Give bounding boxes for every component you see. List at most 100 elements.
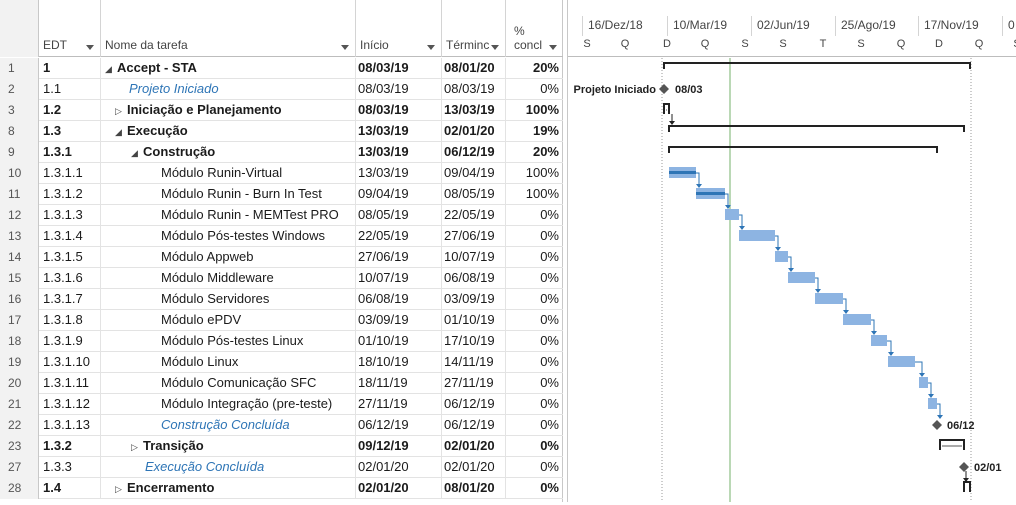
start-date-cell[interactable]: 13/03/19 (356, 142, 442, 163)
percent-complete-cell[interactable]: 0% (506, 205, 563, 226)
start-date-cell[interactable]: 08/03/19 (356, 100, 442, 121)
task-name-cell[interactable]: Módulo Middleware (101, 268, 356, 289)
expand-triangle-icon[interactable]: ▷ (131, 437, 143, 457)
finish-date-cell[interactable]: 22/05/19 (442, 205, 506, 226)
finish-date-cell[interactable]: 08/01/20 (442, 58, 506, 79)
start-date-cell[interactable]: 03/09/19 (356, 310, 442, 331)
task-name-cell[interactable]: Módulo ePDV (101, 310, 356, 331)
filter-arrow-icon[interactable] (86, 45, 94, 50)
summary-bar[interactable] (939, 439, 965, 450)
task-name-cell[interactable]: Módulo Runin - MEMTest PRO (101, 205, 356, 226)
task-bar[interactable] (775, 251, 788, 262)
table-row[interactable]: 8 1.3 ◢ Execução 13/03/19 02/01/20 19% (0, 121, 563, 142)
row-id[interactable]: 10 (0, 163, 39, 184)
row-id[interactable]: 18 (0, 331, 39, 352)
task-bar[interactable] (928, 398, 937, 409)
finish-date-cell[interactable]: 08/03/19 (442, 79, 506, 100)
start-date-cell[interactable]: 18/10/19 (356, 352, 442, 373)
start-date-cell[interactable]: 08/05/19 (356, 205, 442, 226)
row-id[interactable]: 19 (0, 352, 39, 373)
table-row[interactable]: 18 1.3.1.9 Módulo Pós-testes Linux 01/10/19… (0, 331, 563, 352)
wbs-cell[interactable]: 1.2 (39, 100, 101, 121)
collapse-triangle-icon[interactable]: ◢ (131, 143, 143, 163)
finish-date-cell[interactable]: 27/11/19 (442, 373, 506, 394)
row-id[interactable]: 8 (0, 121, 39, 142)
row-id[interactable]: 28 (0, 478, 39, 499)
task-bar[interactable] (871, 335, 887, 346)
row-id[interactable]: 9 (0, 142, 39, 163)
table-row[interactable]: 11 1.3.1.2 Módulo Runin - Burn In Test 09/0… (0, 184, 563, 205)
task-name-cell[interactable]: ◢ Construção (101, 142, 356, 163)
finish-date-cell[interactable]: 06/12/19 (442, 394, 506, 415)
wbs-cell[interactable]: 1.3.3 (39, 457, 101, 478)
milestone-diamond[interactable] (659, 84, 669, 94)
start-date-cell[interactable]: 22/05/19 (356, 226, 442, 247)
task-name-cell[interactable]: Construção Concluída (101, 415, 356, 436)
finish-date-cell[interactable]: 17/10/19 (442, 331, 506, 352)
finish-date-cell[interactable]: 03/09/19 (442, 289, 506, 310)
finish-date-cell[interactable]: 02/01/20 (442, 436, 506, 457)
finish-date-cell[interactable]: 06/08/19 (442, 268, 506, 289)
column-header-end[interactable]: Términc (442, 0, 506, 57)
start-date-cell[interactable]: 27/11/19 (356, 394, 442, 415)
task-name-cell[interactable]: Módulo Pós-testes Windows (101, 226, 356, 247)
finish-date-cell[interactable]: 01/10/19 (442, 310, 506, 331)
percent-complete-cell[interactable]: 0% (506, 373, 563, 394)
summary-bar[interactable] (668, 146, 938, 153)
task-name-cell[interactable]: Execução Concluída (101, 457, 356, 478)
row-id[interactable]: 2 (0, 79, 39, 100)
wbs-cell[interactable]: 1.3.1.1 (39, 163, 101, 184)
collapse-triangle-icon[interactable]: ◢ (105, 59, 117, 79)
start-date-cell[interactable]: 27/06/19 (356, 247, 442, 268)
start-date-cell[interactable]: 18/11/19 (356, 373, 442, 394)
finish-date-cell[interactable]: 10/07/19 (442, 247, 506, 268)
start-date-cell[interactable]: 13/03/19 (356, 163, 442, 184)
task-bar[interactable] (788, 272, 815, 283)
table-row[interactable]: 9 1.3.1 ◢ Construção 13/03/19 06/12/19 20% (0, 142, 563, 163)
row-id[interactable]: 21 (0, 394, 39, 415)
finish-date-cell[interactable]: 08/05/19 (442, 184, 506, 205)
start-date-cell[interactable]: 13/03/19 (356, 121, 442, 142)
table-row[interactable]: 20 1.3.1.11 Módulo Comunicação SFC 18/11/19… (0, 373, 563, 394)
percent-complete-cell[interactable]: 100% (506, 100, 563, 121)
task-name-cell[interactable]: Módulo Runin-Virtual (101, 163, 356, 184)
start-date-cell[interactable]: 09/04/19 (356, 184, 442, 205)
percent-complete-cell[interactable]: 20% (506, 58, 563, 79)
task-bar[interactable] (739, 230, 775, 241)
row-id[interactable]: 12 (0, 205, 39, 226)
table-row[interactable]: 13 1.3.1.4 Módulo Pós-testes Windows 22/05/… (0, 226, 563, 247)
start-date-cell[interactable]: 01/10/19 (356, 331, 442, 352)
task-name-cell[interactable]: Módulo Pós-testes Linux (101, 331, 356, 352)
wbs-cell[interactable]: 1.4 (39, 478, 101, 499)
wbs-cell[interactable]: 1.3.1.7 (39, 289, 101, 310)
finish-date-cell[interactable]: 13/03/19 (442, 100, 506, 121)
row-header-corner[interactable] (0, 0, 39, 57)
percent-complete-cell[interactable]: 0% (506, 79, 563, 100)
expand-triangle-icon[interactable]: ▷ (115, 479, 127, 499)
row-id[interactable]: 23 (0, 436, 39, 457)
column-header-start[interactable]: Início (356, 0, 442, 57)
table-row[interactable]: 16 1.3.1.7 Módulo Servidores 06/08/19 03/09/… (0, 289, 563, 310)
table-row[interactable]: 19 1.3.1.10 Módulo Linux 18/10/19 14/11/19 0% (0, 352, 563, 373)
percent-complete-cell[interactable]: 0% (506, 289, 563, 310)
percent-complete-cell[interactable]: 0% (506, 310, 563, 331)
wbs-cell[interactable]: 1.3.1.9 (39, 331, 101, 352)
percent-complete-cell[interactable]: 0% (506, 394, 563, 415)
finish-date-cell[interactable]: 06/12/19 (442, 142, 506, 163)
percent-complete-cell[interactable]: 20% (506, 142, 563, 163)
task-name-cell[interactable]: ▷ Transição (101, 436, 356, 457)
task-bar[interactable] (725, 209, 739, 220)
wbs-cell[interactable]: 1.3 (39, 121, 101, 142)
finish-date-cell[interactable]: 14/11/19 (442, 352, 506, 373)
task-name-cell[interactable]: Módulo Comunicação SFC (101, 373, 356, 394)
table-row[interactable]: 1 1 ◢ Accept - STA 08/03/19 08/01/20 20% (0, 58, 563, 79)
task-name-cell[interactable]: ◢ Accept - STA (101, 58, 356, 79)
start-date-cell[interactable]: 02/01/20 (356, 457, 442, 478)
row-id[interactable]: 22 (0, 415, 39, 436)
wbs-cell[interactable]: 1.3.1.2 (39, 184, 101, 205)
percent-complete-cell[interactable]: 0% (506, 415, 563, 436)
start-date-cell[interactable]: 08/03/19 (356, 58, 442, 79)
row-id[interactable]: 27 (0, 457, 39, 478)
wbs-cell[interactable]: 1.3.1.11 (39, 373, 101, 394)
row-id[interactable]: 15 (0, 268, 39, 289)
